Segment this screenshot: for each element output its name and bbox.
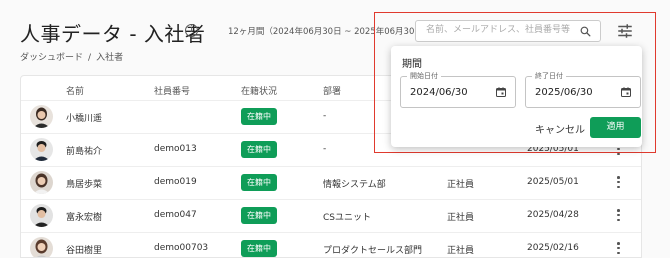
cell-date: 2025/05/01 xyxy=(527,177,579,187)
calendar-icon[interactable] xyxy=(495,86,507,98)
end-date-label: 終了日付 xyxy=(532,71,566,81)
status-badge: 在籍中 xyxy=(241,174,277,191)
cell-department: - xyxy=(323,111,327,121)
column-header-status[interactable]: 在籍状況 xyxy=(241,84,277,97)
info-icon[interactable]: i xyxy=(185,24,198,37)
status-badge: 在籍中 xyxy=(241,141,277,158)
breadcrumb-dashboard-link[interactable]: ダッシュボード xyxy=(20,53,83,63)
cell-name: 前島祐介 xyxy=(66,147,103,157)
more-vert-icon[interactable] xyxy=(617,209,621,223)
cell-name: 鳥居歩菜 xyxy=(66,180,103,190)
cell-employee-no: demo047 xyxy=(154,210,197,220)
more-vert-icon[interactable] xyxy=(617,176,621,190)
cell-date: 2025/04/28 xyxy=(527,210,579,220)
cell-department: - xyxy=(323,144,327,154)
cell-name: 小橋川遥 xyxy=(66,114,103,124)
cell-date: 2025/02/16 xyxy=(527,243,579,253)
cell-employment-type: 正社員 xyxy=(447,246,475,256)
cell-employee-no: demo019 xyxy=(154,177,197,187)
avatar xyxy=(30,138,53,161)
apply-button[interactable]: 適用 xyxy=(590,117,641,138)
cell-name: 谷田樹里 xyxy=(66,246,103,256)
start-date-label: 開始日付 xyxy=(407,71,441,81)
popover-title: 期間 xyxy=(402,59,422,70)
avatar xyxy=(30,105,53,128)
cancel-button[interactable]: キャンセル xyxy=(535,121,585,136)
cell-name: 富永宏樹 xyxy=(66,213,103,223)
table-row[interactable]: 富永宏樹 demo047 在籍中 CSユニット 正社員 2025/04/28 xyxy=(21,199,641,232)
table-row[interactable]: 鳥居歩菜 demo019 在籍中 情報システム部 正社員 2025/05/01 xyxy=(21,166,641,199)
start-date-field[interactable]: 開始日付 2024/06/30 xyxy=(400,71,516,108)
cell-department: 情報システム部 xyxy=(323,180,386,190)
column-header-employee-no[interactable]: 社員番号 xyxy=(154,84,190,97)
breadcrumb-current: 入社者 xyxy=(96,53,124,63)
avatar xyxy=(30,204,53,227)
cell-employment-type: 正社員 xyxy=(447,213,475,223)
column-header-name[interactable]: 名前 xyxy=(66,84,84,97)
status-badge: 在籍中 xyxy=(241,207,277,224)
cell-employment-type: 正社員 xyxy=(447,180,475,190)
breadcrumb: ダッシュボード / 入社者 xyxy=(20,50,123,63)
page-title: 人事データ - 入社者 xyxy=(20,22,206,46)
status-badge: 在籍中 xyxy=(241,108,277,125)
calendar-icon[interactable] xyxy=(620,86,632,98)
breadcrumb-separator: / xyxy=(88,53,92,63)
avatar xyxy=(30,171,53,194)
end-date-value: 2025/06/30 xyxy=(535,87,593,98)
more-vert-icon[interactable] xyxy=(617,242,621,256)
cell-employee-no: demo013 xyxy=(154,144,197,154)
column-header-department[interactable]: 部署 xyxy=(323,84,341,97)
status-badge: 在籍中 xyxy=(241,240,277,257)
cell-department: プロダクトセールス部門 xyxy=(323,246,423,256)
cell-employee-no: demo00703 xyxy=(154,243,209,253)
start-date-value: 2024/06/30 xyxy=(410,87,468,98)
end-date-field[interactable]: 終了日付 2025/06/30 xyxy=(525,71,641,108)
period-popover: 期間 開始日付 2024/06/30 終了日付 2025/06/30 キャンセル… xyxy=(391,46,642,147)
avatar xyxy=(30,237,53,257)
table-row[interactable]: 谷田樹里 demo00703 在籍中 プロダクトセールス部門 正社員 2025/… xyxy=(21,232,641,257)
cell-department: CSユニット xyxy=(323,213,371,223)
